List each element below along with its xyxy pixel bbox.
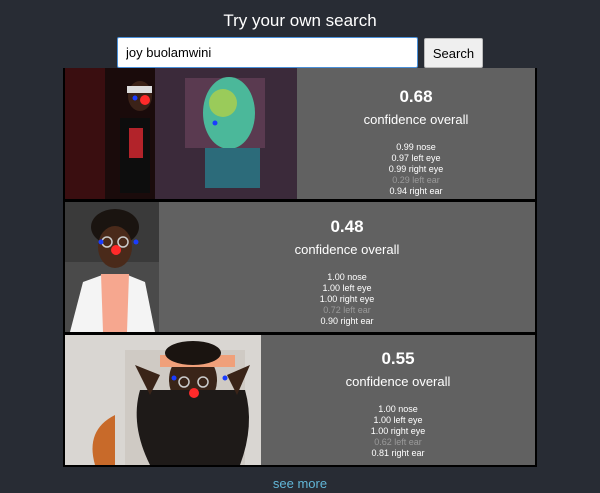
confidence-label: confidence overall	[345, 374, 451, 389]
result-info: 0.55 confidence overall 1.00 nose 1.00 l…	[261, 335, 535, 465]
keypoint-right-eye: 1.00 right eye	[370, 426, 426, 436]
result-card: 0.68 confidence overall 0.99 nose 0.97 l…	[65, 68, 535, 199]
result-info: 0.68 confidence overall 0.99 nose 0.97 l…	[297, 68, 535, 199]
results-list: 0.68 confidence overall 0.99 nose 0.97 l…	[63, 68, 537, 467]
overall-score: 0.48	[330, 217, 364, 236]
overall-score: 0.68	[399, 87, 433, 106]
keypoint-list: 1.00 nose 1.00 left eye 1.00 right eye 0…	[371, 404, 426, 459]
result-photo	[65, 68, 297, 199]
see-more-link[interactable]: see more	[0, 476, 600, 491]
result-photo	[65, 202, 159, 332]
keypoint-nose: 1.00 nose	[378, 404, 418, 414]
keypoint-left-eye: 1.00 left eye	[322, 283, 372, 293]
keypoint-nose: 1.00 nose	[327, 272, 367, 282]
keypoint-right-ear: 0.90 right ear	[320, 316, 374, 326]
keypoint-right-ear: 0.81 right ear	[371, 448, 425, 458]
keypoint-right-ear: 0.94 right ear	[389, 186, 443, 196]
keypoint-list: 0.99 nose 0.97 left eye 0.99 right eye 0…	[389, 142, 444, 197]
result-card: 0.48 confidence overall 1.00 nose 1.00 l…	[65, 202, 535, 332]
keypoint-right-eye: 1.00 right eye	[319, 294, 375, 304]
result-card: 0.55 confidence overall 1.00 nose 1.00 l…	[65, 335, 535, 465]
overall-score: 0.55	[381, 349, 415, 368]
keypoint-right-eye: 0.99 right eye	[388, 164, 444, 174]
keypoint-left-eye: 0.97 left eye	[391, 153, 441, 163]
result-info: 0.48 confidence overall 1.00 nose 1.00 l…	[159, 202, 535, 332]
keypoint-left-ear: 0.29 left ear	[392, 175, 440, 185]
search-input[interactable]	[117, 37, 418, 68]
result-photo	[65, 335, 261, 465]
confidence-label: confidence overall	[294, 242, 400, 257]
keypoint-nose: 0.99 nose	[396, 142, 436, 152]
page-title: Try your own search	[223, 11, 377, 30]
keypoint-list: 1.00 nose 1.00 left eye 1.00 right eye 0…	[320, 272, 375, 327]
search-button[interactable]: Search	[424, 38, 483, 68]
keypoint-left-eye: 1.00 left eye	[373, 415, 423, 425]
keypoint-left-ear: 0.62 left ear	[374, 437, 422, 447]
keypoint-left-ear: 0.72 left ear	[323, 305, 371, 315]
confidence-label: confidence overall	[363, 112, 469, 127]
